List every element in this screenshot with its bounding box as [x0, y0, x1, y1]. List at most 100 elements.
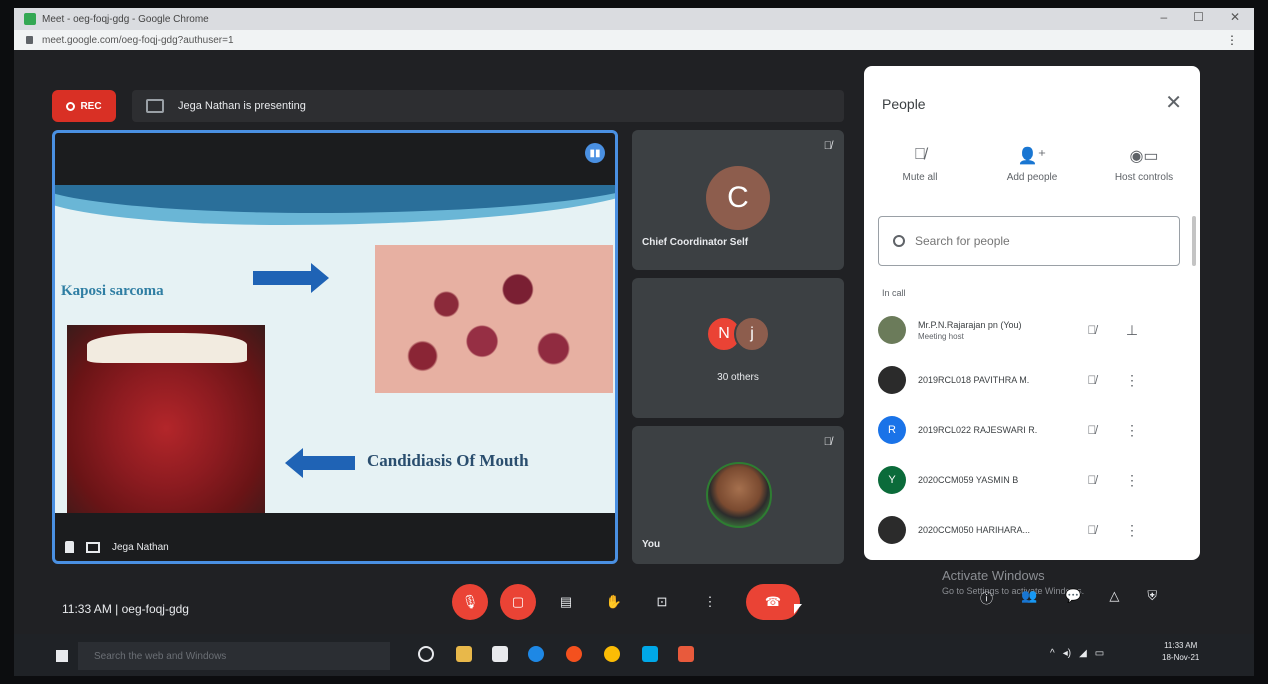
presenting-icon [86, 541, 100, 553]
maximize-button[interactable]: ☐ [1193, 10, 1204, 24]
mic-off-icon: 🎙̸ [823, 140, 832, 152]
mic-off-icon[interactable]: 🎙̸ [1072, 523, 1112, 537]
people-search[interactable] [878, 216, 1180, 266]
others-count: 30 others [717, 372, 759, 383]
audio-indicator-icon: ▮▮ [585, 143, 605, 163]
task-view-icon[interactable] [418, 646, 434, 662]
add-person-icon: 👤⁺ [1017, 148, 1047, 165]
chat-icon[interactable]: 💬 [1065, 588, 1081, 607]
participant-row[interactable]: 2020CCM050 HARIHARA... 🎙̸ ⋮ [878, 510, 1190, 550]
more-options-icon[interactable]: ⋮ [1112, 422, 1152, 439]
chrome-icon[interactable] [604, 646, 620, 662]
more-options-button[interactable]: ⋮ [692, 584, 728, 620]
meeting-info: 11:33 AM | oeg-foqj-gdg [62, 602, 189, 616]
mic-off-icon[interactable]: 🎙̸ [1072, 473, 1112, 487]
more-options-icon[interactable]: ⋮ [1112, 522, 1152, 539]
volume-icon[interactable]: ◂) [1063, 648, 1071, 659]
presentation-app-icon[interactable] [678, 646, 694, 662]
mic-off-icon[interactable]: 🎙̸ [1072, 323, 1112, 337]
participant-row[interactable]: R 2019RCL022 RAJESWARI R. 🎙̸ ⋮ [878, 410, 1190, 450]
mic-toggle-button[interactable]: 🎙 [452, 584, 488, 620]
minimize-button[interactable]: – [1160, 10, 1167, 24]
people-icon[interactable]: 👥 [1021, 588, 1037, 607]
close-icon[interactable]: ✕ [1165, 90, 1182, 115]
mute-all-button[interactable]: 🎙̸ Mute all [870, 146, 970, 183]
host-controls-button[interactable]: ◉▭ Host controls [1094, 146, 1194, 183]
firefox-icon[interactable] [566, 646, 582, 662]
participant-row[interactable]: Y 2020CCM059 YASMIN B 🎙̸ ⋮ [878, 460, 1190, 500]
participant-tile-others[interactable]: N j 30 others [632, 278, 844, 418]
url-text[interactable]: meet.google.com/oeg-foqj-gdg?authuser=1 [42, 35, 234, 46]
taskbar-search-placeholder: Search the web and Windows [94, 650, 227, 662]
pin-icon[interactable] [65, 541, 74, 553]
in-call-label: In call [882, 288, 906, 298]
participant-row[interactable]: 2019RCL018 PAVITHRA M. 🎙̸ ⋮ [878, 360, 1190, 400]
activate-windows-title: Activate Windows [942, 568, 1045, 583]
presentation-tile[interactable]: ▮▮ Kaposi sarcoma Candidiasis Of Mouth J… [52, 130, 618, 564]
action-label: Mute all [902, 172, 938, 183]
avatar: C [706, 166, 770, 230]
participant-name: 2019RCL022 RAJESWARI R. [918, 425, 1038, 435]
candidiasis-mouth-image [67, 325, 265, 513]
recording-badge[interactable]: REC [52, 90, 116, 122]
teeth-shape [87, 333, 247, 363]
network-icon[interactable]: ◢ [1079, 648, 1087, 659]
windows-start-icon[interactable] [56, 650, 68, 662]
panel-title: People [882, 96, 926, 112]
kaposi-sarcoma-image [375, 245, 613, 393]
participant-role: Meeting host [918, 331, 964, 341]
host-shield-icon[interactable]: ⛨ [1147, 588, 1157, 607]
presenting-text: Jega Nathan is presenting [178, 100, 306, 112]
leave-call-button[interactable]: ☎ [746, 584, 800, 620]
mic-off-icon: 🎙̸ [823, 436, 832, 448]
skype-icon[interactable] [642, 646, 658, 662]
camera-toggle-button[interactable]: ▢ [500, 584, 536, 620]
search-input[interactable] [915, 234, 1155, 248]
address-bar[interactable]: meet.google.com/oeg-foqj-gdg?authuser=1 … [14, 30, 1254, 50]
close-window-button[interactable]: ✕ [1230, 10, 1240, 24]
call-controls: 🎙 ▢ ▤ ✋ ⊡ ⋮ ☎ [452, 584, 812, 628]
participant-name: Mr.P.N.Rajarajan pn (You) Meeting host [918, 320, 1072, 341]
activities-icon[interactable]: △ [1109, 588, 1119, 607]
taskbar-search[interactable]: Search the web and Windows [78, 642, 390, 670]
present-screen-icon [146, 99, 164, 113]
presentation-slide: Kaposi sarcoma Candidiasis Of Mouth [55, 185, 615, 513]
mic-off-icon[interactable]: 🎙̸ [1072, 423, 1112, 437]
slide-label-kaposi: Kaposi sarcoma [61, 283, 164, 299]
captions-button[interactable]: ▤ [548, 584, 584, 620]
info-icon[interactable]: ⓘ [980, 588, 993, 607]
presenter-name: Jega Nathan [112, 541, 169, 553]
search-icon [893, 235, 905, 247]
avatar [878, 516, 906, 544]
add-people-button[interactable]: 👤⁺ Add people [982, 146, 1082, 183]
avatar: R [878, 416, 906, 444]
file-explorer-icon[interactable] [456, 646, 472, 662]
taskbar-clock[interactable]: 11:33 AM 18-Nov-21 [1162, 640, 1199, 664]
browser-title-bar: Meet - oeg-foqj-gdg - Google Chrome – ☐ … [14, 8, 1254, 30]
edge-icon[interactable] [528, 646, 544, 662]
avatar [878, 366, 906, 394]
more-options-icon[interactable]: ⋮ [1112, 372, 1152, 389]
avatar [878, 316, 906, 344]
more-options-icon[interactable]: ⋮ [1112, 472, 1152, 489]
window-title: Meet - oeg-foqj-gdg - Google Chrome [42, 13, 209, 25]
pin-icon[interactable]: ⊥ [1112, 322, 1152, 339]
store-icon[interactable] [492, 646, 508, 662]
participant-name: 2020CCM050 HARIHARA... [918, 525, 1031, 535]
presenter-footer: Jega Nathan [65, 541, 169, 553]
browser-menu-icon[interactable]: ⋮ [1226, 33, 1238, 47]
scrollbar[interactable] [1192, 216, 1196, 266]
arrow-left-icon [285, 448, 355, 478]
participant-tile-coordinator[interactable]: 🎙̸ C Chief Coordinator Self [632, 130, 844, 270]
present-button[interactable]: ⊡ [644, 584, 680, 620]
people-actions: 🎙̸ Mute all 👤⁺ Add people ◉▭ Host contro… [864, 146, 1200, 183]
participant-tile-self[interactable]: 🎙̸ You [632, 426, 844, 564]
participant-row[interactable]: Mr.P.N.Rajarajan pn (You) Meeting host 🎙… [878, 310, 1190, 350]
avatar: Y [878, 466, 906, 494]
tile-name: Chief Coordinator Self [642, 237, 749, 248]
mic-off-icon[interactable]: 🎙̸ [1072, 373, 1112, 387]
tray-chevron-icon[interactable]: ^ [1050, 648, 1055, 659]
people-panel: People ✕ 🎙̸ Mute all 👤⁺ Add people ◉▭ Ho… [864, 66, 1200, 560]
notification-icon[interactable]: ▭ [1095, 648, 1104, 659]
raise-hand-button[interactable]: ✋ [596, 584, 632, 620]
